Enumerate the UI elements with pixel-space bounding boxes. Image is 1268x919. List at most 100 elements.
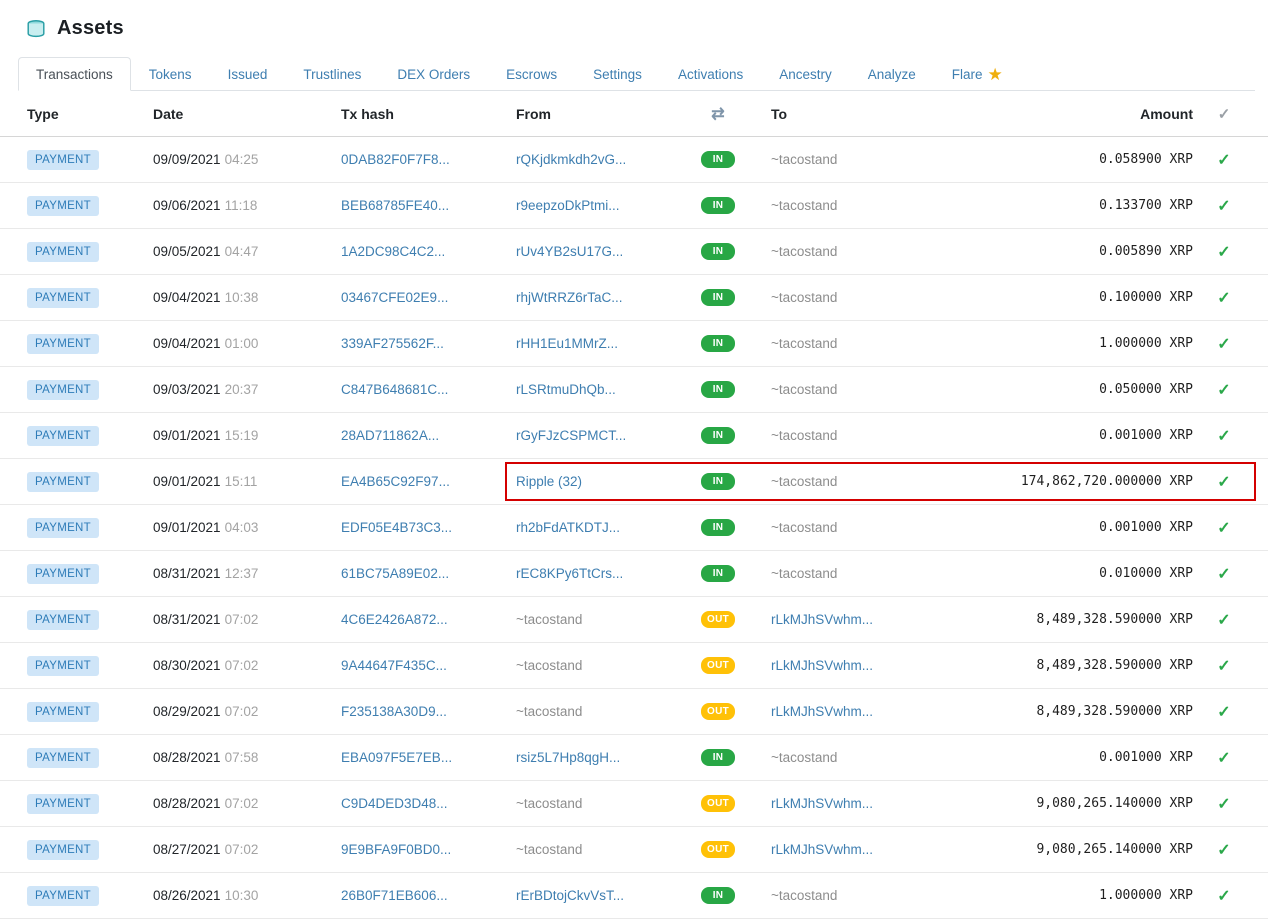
type-badge: PAYMENT xyxy=(27,886,99,906)
tab-ancestry[interactable]: Ancestry xyxy=(761,57,850,91)
amount-value: 9,080,265.140000 XRP xyxy=(933,842,1193,857)
tab-transactions[interactable]: Transactions xyxy=(18,57,131,91)
from-address-link: ~tacostand xyxy=(516,704,582,719)
tab-label: Issued xyxy=(228,67,268,82)
success-check-icon: ✓ xyxy=(1217,428,1230,445)
direction-badge: OUT xyxy=(701,611,735,628)
tx-hash-link[interactable]: C9D4DED3D48... xyxy=(341,796,448,811)
tab-analyze[interactable]: Analyze xyxy=(850,57,934,91)
tx-hash-link[interactable]: EA4B65C92F97... xyxy=(341,474,450,489)
tab-label: DEX Orders xyxy=(397,67,470,82)
from-address-link[interactable]: rsiz5L7Hp8qgH... xyxy=(516,750,620,765)
table-row: PAYMENT 09/09/202104:25 0DAB82F0F7F8... … xyxy=(0,137,1268,183)
date-value: 08/30/2021 xyxy=(153,658,221,673)
success-check-icon: ✓ xyxy=(1217,336,1230,353)
to-address-link[interactable]: rLkMJhSVwhm... xyxy=(771,658,873,673)
type-badge: PAYMENT xyxy=(27,610,99,630)
type-badge: PAYMENT xyxy=(27,656,99,676)
tab-escrows[interactable]: Escrows xyxy=(488,57,575,91)
header-to: To xyxy=(746,106,933,122)
tab-label: Ancestry xyxy=(779,67,832,82)
date-value: 08/28/2021 xyxy=(153,750,221,765)
table-row: PAYMENT 09/04/202110:38 03467CFE02E9... … xyxy=(0,275,1268,321)
to-address-link[interactable]: rLkMJhSVwhm... xyxy=(771,842,873,857)
from-address-link[interactable]: rErBDtojCkvVsT... xyxy=(516,888,624,903)
from-address-link[interactable]: rhjWtRRZ6rTaC... xyxy=(516,290,623,305)
to-address-link: ~tacostand xyxy=(771,152,837,167)
from-address-link: ~tacostand xyxy=(516,842,582,857)
time-value: 07:02 xyxy=(225,704,259,719)
tx-hash-link[interactable]: 03467CFE02E9... xyxy=(341,290,448,305)
tx-hash-link[interactable]: 28AD711862A... xyxy=(341,428,439,443)
table-row: PAYMENT 09/01/202104:03 EDF05E4B73C3... … xyxy=(0,505,1268,551)
from-address-link[interactable]: Ripple (32) xyxy=(516,474,582,489)
type-badge: PAYMENT xyxy=(27,242,99,262)
date-value: 09/03/2021 xyxy=(153,382,221,397)
tx-hash-link[interactable]: 61BC75A89E02... xyxy=(341,566,449,581)
header-type: Type xyxy=(0,106,153,122)
tx-hash-link[interactable]: 0DAB82F0F7F8... xyxy=(341,152,450,167)
tx-hash-link[interactable]: F235138A30D9... xyxy=(341,704,447,719)
from-address-link[interactable]: rEC8KPy6TtCrs... xyxy=(516,566,623,581)
tx-hash-link[interactable]: C847B648681C... xyxy=(341,382,448,397)
tx-hash-link[interactable]: EDF05E4B73C3... xyxy=(341,520,452,535)
from-address-link: ~tacostand xyxy=(516,658,582,673)
direction-badge: IN xyxy=(701,427,735,444)
date-value: 08/28/2021 xyxy=(153,796,221,811)
to-address-link[interactable]: rLkMJhSVwhm... xyxy=(771,612,873,627)
tx-hash-link[interactable]: 339AF275562F... xyxy=(341,336,444,351)
to-address-link[interactable]: rLkMJhSVwhm... xyxy=(771,704,873,719)
type-badge: PAYMENT xyxy=(27,334,99,354)
tx-hash-link[interactable]: BEB68785FE40... xyxy=(341,198,449,213)
type-badge: PAYMENT xyxy=(27,426,99,446)
from-address-link[interactable]: rUv4YB2sU17G... xyxy=(516,244,623,259)
page-title: Assets xyxy=(57,17,124,40)
direction-badge: OUT xyxy=(701,841,735,858)
transactions-table: Type Date Tx hash From ⇄ To Amount ✓ PAY… xyxy=(0,91,1268,919)
from-address-link[interactable]: rLSRtmuDhQb... xyxy=(516,382,616,397)
tab-tokens[interactable]: Tokens xyxy=(131,57,210,91)
from-address-link[interactable]: rGyFJzCSPMCT... xyxy=(516,428,626,443)
to-address-link[interactable]: rLkMJhSVwhm... xyxy=(771,796,873,811)
tab-settings[interactable]: Settings xyxy=(575,57,660,91)
amount-value: 0.050000 XRP xyxy=(933,382,1193,397)
amount-value: 0.001000 XRP xyxy=(933,750,1193,765)
time-value: 15:19 xyxy=(225,428,259,443)
tab-issued[interactable]: Issued xyxy=(210,57,286,91)
tx-hash-link[interactable]: 4C6E2426A872... xyxy=(341,612,448,627)
coins-stack-icon xyxy=(25,18,47,40)
time-value: 04:47 xyxy=(225,244,259,259)
type-badge: PAYMENT xyxy=(27,564,99,584)
tx-hash-link[interactable]: 9A44647F435C... xyxy=(341,658,447,673)
tab-activations[interactable]: Activations xyxy=(660,57,761,91)
tab-flare[interactable]: Flare ★ xyxy=(934,57,1021,91)
header-from: From xyxy=(516,106,690,122)
time-value: 20:37 xyxy=(225,382,259,397)
amount-value: 0.001000 XRP xyxy=(933,428,1193,443)
from-address-link[interactable]: rQKjdkmkdh2vG... xyxy=(516,152,626,167)
date-value: 09/04/2021 xyxy=(153,290,221,305)
from-address-link[interactable]: rh2bFdATKDTJ... xyxy=(516,520,620,535)
success-check-icon: ✓ xyxy=(1217,842,1230,859)
to-address-link: ~tacostand xyxy=(771,428,837,443)
star-icon: ★ xyxy=(988,66,1003,83)
tab-trustlines[interactable]: Trustlines xyxy=(285,57,379,91)
amount-value: 0.005890 XRP xyxy=(933,244,1193,259)
tab-dex-orders[interactable]: DEX Orders xyxy=(379,57,488,91)
success-check-icon: ✓ xyxy=(1217,290,1230,307)
tab-label: Flare xyxy=(952,67,983,82)
date-value: 09/05/2021 xyxy=(153,244,221,259)
from-address-link[interactable]: rHH1Eu1MMrZ... xyxy=(516,336,618,351)
to-address-link: ~tacostand xyxy=(771,336,837,351)
table-row: PAYMENT 08/28/202107:58 EBA097F5E7EB... … xyxy=(0,735,1268,781)
from-address-link[interactable]: r9eepzoDkPtmi... xyxy=(516,198,620,213)
amount-value: 0.010000 XRP xyxy=(933,566,1193,581)
tx-hash-link[interactable]: 9E9BFA9F0BD0... xyxy=(341,842,451,857)
tx-hash-link[interactable]: 1A2DC98C4C2... xyxy=(341,244,445,259)
tx-hash-link[interactable]: 26B0F71EB606... xyxy=(341,888,448,903)
tx-hash-link[interactable]: EBA097F5E7EB... xyxy=(341,750,452,765)
direction-badge: IN xyxy=(701,887,735,904)
amount-value: 174,862,720.000000 XRP xyxy=(933,474,1193,489)
table-row: PAYMENT 08/31/202107:02 4C6E2426A872... … xyxy=(0,597,1268,643)
date-value: 08/26/2021 xyxy=(153,888,221,903)
